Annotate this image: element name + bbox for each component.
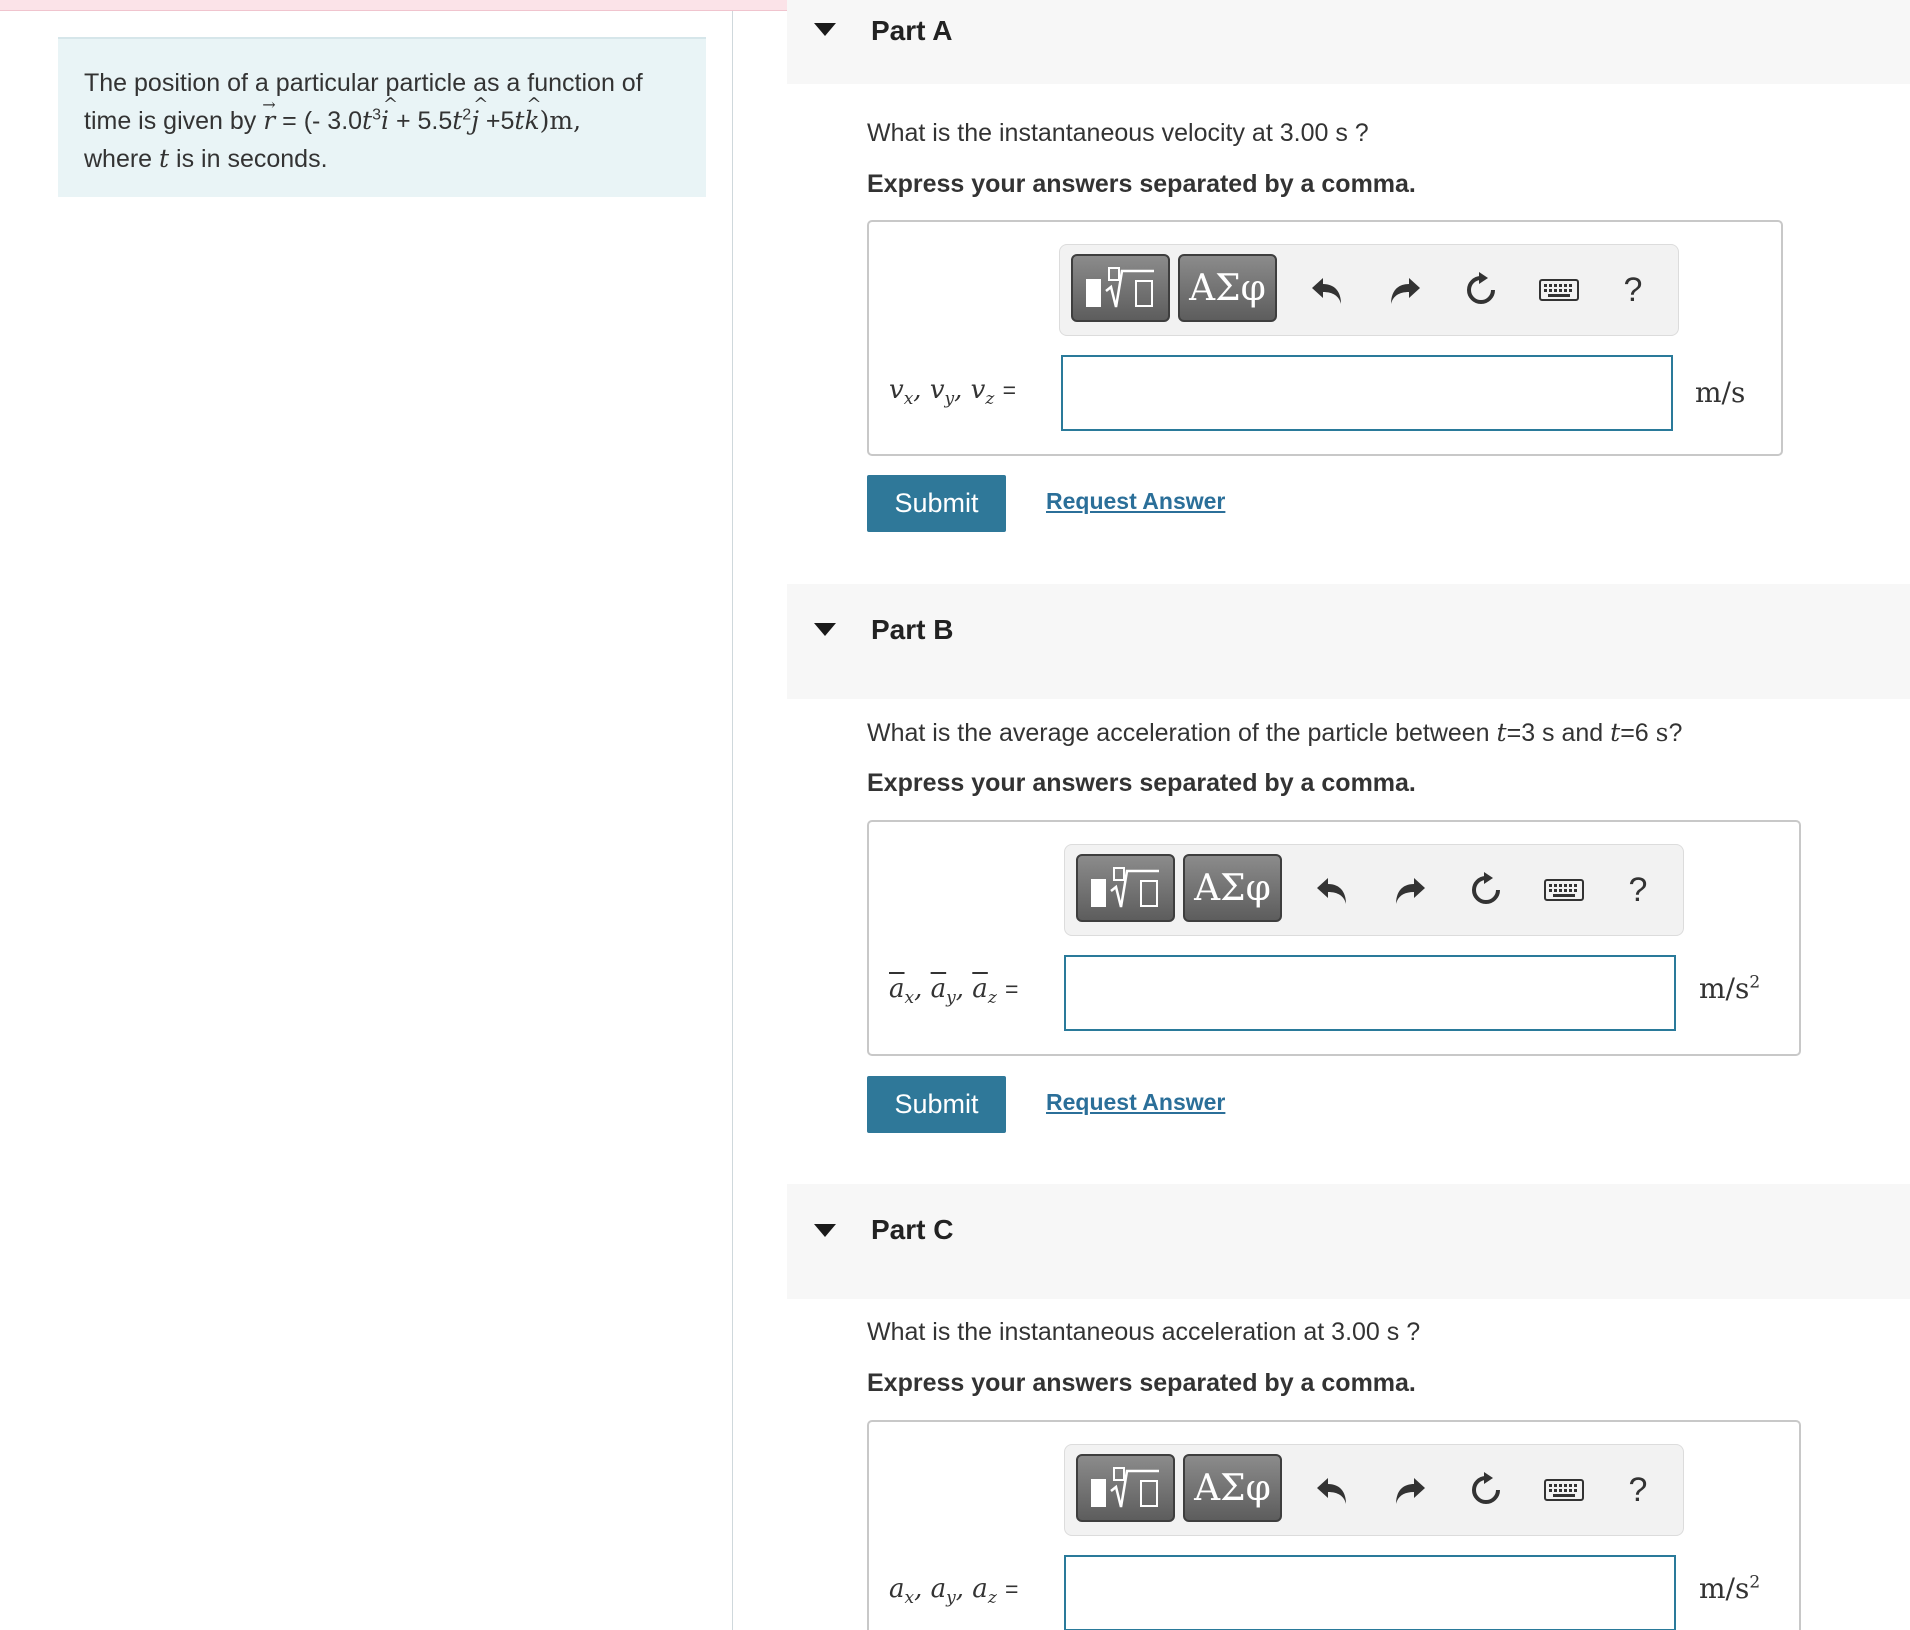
help-button[interactable]: ? bbox=[1610, 267, 1656, 313]
unit-label: m/s2 bbox=[1699, 972, 1761, 1005]
answer-input[interactable] bbox=[1061, 355, 1673, 431]
help-button[interactable]: ? bbox=[1615, 1467, 1661, 1513]
part-c-header[interactable]: Part C bbox=[787, 1184, 1910, 1299]
redo-icon[interactable] bbox=[1387, 867, 1433, 913]
collapse-caret-icon[interactable] bbox=[814, 1224, 836, 1237]
answer-box: ΑΣφ ? ax, ay, az = m/s2 bbox=[867, 820, 1801, 1056]
templates-button[interactable] bbox=[1076, 1454, 1175, 1522]
keyboard-icon[interactable] bbox=[1536, 267, 1582, 313]
templates-button[interactable] bbox=[1076, 854, 1175, 922]
question-text: What is the instantaneous velocity at 3.… bbox=[867, 119, 1369, 147]
templates-icon bbox=[1090, 867, 1159, 908]
part-b-header[interactable]: Part B bbox=[787, 584, 1910, 699]
question-text: What is the instantaneous acceleration a… bbox=[867, 1318, 1421, 1346]
position-vector-symbol: r bbox=[262, 86, 275, 139]
collapse-caret-icon[interactable] bbox=[814, 23, 836, 36]
math-toolbar: ΑΣφ ? bbox=[1064, 844, 1684, 936]
problem-line-1: The position of a particular particle as… bbox=[84, 65, 680, 102]
unit-label: m/s bbox=[1695, 376, 1746, 409]
problem-line-3: where t is in seconds. bbox=[84, 140, 680, 178]
greek-symbols-button[interactable]: ΑΣφ bbox=[1178, 254, 1277, 322]
submit-button[interactable]: Submit bbox=[867, 1076, 1006, 1133]
keyboard-icon[interactable] bbox=[1541, 867, 1587, 913]
greek-symbols-button[interactable]: ΑΣφ bbox=[1183, 854, 1282, 922]
exponent: 3 bbox=[372, 106, 381, 124]
instruction-text: Express your answers separated by a comm… bbox=[867, 769, 1416, 797]
redo-icon[interactable] bbox=[1387, 1467, 1433, 1513]
undo-icon[interactable] bbox=[1309, 1467, 1355, 1513]
math-toolbar: ΑΣφ ? bbox=[1064, 1444, 1684, 1536]
problem-text: where bbox=[84, 145, 153, 173]
problem-statement: The position of a particular particle as… bbox=[58, 37, 706, 197]
part-title: Part A bbox=[871, 15, 953, 46]
greek-symbols-button[interactable]: ΑΣφ bbox=[1183, 1454, 1282, 1522]
answer-input[interactable] bbox=[1064, 1555, 1676, 1630]
collapse-caret-icon[interactable] bbox=[814, 623, 836, 636]
help-button[interactable]: ? bbox=[1615, 867, 1661, 913]
problem-text: )m, bbox=[539, 106, 582, 135]
answer-input[interactable] bbox=[1064, 955, 1676, 1031]
reset-icon[interactable] bbox=[1458, 267, 1504, 313]
part-a-header[interactable]: Part A bbox=[787, 0, 1910, 84]
problem-text: The position of a particular particle as… bbox=[84, 69, 643, 97]
problem-text: + 5.5 bbox=[389, 107, 453, 135]
part-a-section: Part A What is the instantaneous velocit… bbox=[787, 0, 1910, 560]
reset-icon[interactable] bbox=[1463, 867, 1509, 913]
redo-icon[interactable] bbox=[1382, 267, 1428, 313]
request-answer-link[interactable]: Request Answer bbox=[1046, 488, 1225, 515]
request-answer-link[interactable]: Request Answer bbox=[1046, 1089, 1225, 1116]
answer-box: ΑΣφ ? vx, vy, vz = m/s bbox=[867, 220, 1783, 456]
question-text: What is the average acceleration of the … bbox=[867, 718, 1683, 747]
variable-label: ax, ay, az = bbox=[889, 1574, 1019, 1609]
keyboard-icon[interactable] bbox=[1541, 1467, 1587, 1513]
problem-text: is in seconds. bbox=[176, 145, 328, 173]
part-title: Part C bbox=[871, 1214, 954, 1245]
time-symbol: t bbox=[452, 106, 463, 135]
reset-icon[interactable] bbox=[1463, 1467, 1509, 1513]
time-symbol: t bbox=[514, 106, 525, 135]
instruction-text: Express your answers separated by a comm… bbox=[867, 1369, 1416, 1397]
exponent: 2 bbox=[462, 106, 472, 124]
instruction-text: Express your answers separated by a comm… bbox=[867, 170, 1416, 198]
variable-label: ax, ay, az = bbox=[889, 974, 1019, 1009]
time-symbol: t bbox=[159, 144, 170, 173]
submit-button[interactable]: Submit bbox=[867, 475, 1006, 532]
unit-vector-j: j bbox=[471, 86, 488, 139]
part-c-section: Part C What is the instantaneous acceler… bbox=[787, 1184, 1910, 1630]
problem-line-2: time is given by r = (- 3.0t3i + 5.5t2j … bbox=[84, 86, 680, 140]
problem-text: = (- 3.0 bbox=[275, 107, 363, 135]
undo-icon[interactable] bbox=[1304, 267, 1350, 313]
panel-divider bbox=[732, 11, 733, 1630]
part-title: Part B bbox=[871, 614, 954, 645]
part-b-section: Part B What is the average acceleration … bbox=[787, 584, 1910, 1144]
unit-vector-k: k bbox=[524, 86, 541, 139]
templates-button[interactable] bbox=[1071, 254, 1170, 322]
undo-icon[interactable] bbox=[1309, 867, 1355, 913]
unit-label: m/s2 bbox=[1699, 1572, 1761, 1605]
math-toolbar: ΑΣφ ? bbox=[1059, 244, 1679, 336]
templates-icon bbox=[1085, 267, 1154, 308]
answer-box: ΑΣφ ? ax, ay, az = m/s2 bbox=[867, 1420, 1801, 1630]
problem-text: time is given by bbox=[84, 107, 257, 135]
variable-label: vx, vy, vz = bbox=[889, 375, 1017, 410]
unit-vector-i: i bbox=[381, 86, 398, 139]
time-symbol: t bbox=[362, 106, 373, 135]
templates-icon bbox=[1090, 1467, 1159, 1508]
